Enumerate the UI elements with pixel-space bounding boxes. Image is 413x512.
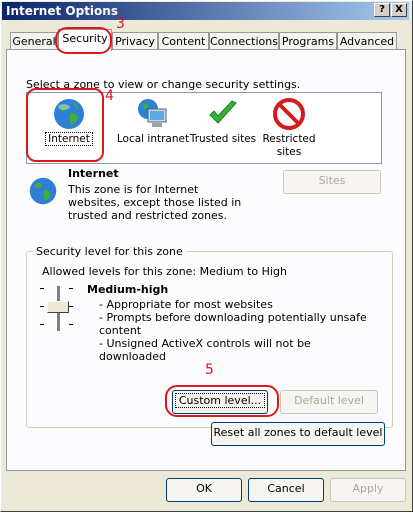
tab-connections[interactable]: Connections bbox=[209, 32, 279, 50]
selected-zone-name: Internet bbox=[68, 167, 119, 180]
slider-tick bbox=[40, 288, 44, 289]
selected-zone-description: This zone is for Internet websites, exce… bbox=[68, 183, 242, 222]
slider-tick bbox=[69, 288, 73, 289]
selected-zone-globe-icon bbox=[28, 176, 58, 209]
security-level-name: Medium-high bbox=[87, 283, 169, 296]
tab-programs[interactable]: Programs bbox=[279, 32, 337, 50]
reset-all-zones-button[interactable]: Reset all zones to default level bbox=[211, 422, 385, 446]
close-button[interactable]: X bbox=[391, 3, 407, 17]
tab-privacy[interactable]: Privacy bbox=[112, 32, 158, 50]
apply-button[interactable]: Apply bbox=[330, 478, 406, 502]
zone-local-intranet[interactable]: Local intranet bbox=[113, 97, 193, 159]
sites-button[interactable]: Sites bbox=[283, 170, 381, 194]
annotation-circle-custom-level bbox=[165, 385, 279, 417]
annotation-number-5: 5 bbox=[205, 362, 214, 378]
help-button[interactable]: ? bbox=[374, 3, 390, 17]
ok-button[interactable]: OK bbox=[166, 478, 242, 502]
no-entry-icon bbox=[272, 97, 306, 131]
security-slider-thumb[interactable] bbox=[47, 301, 69, 313]
zone-label: Local intranet bbox=[116, 133, 190, 145]
bullet-item: - Appropriate for most websites bbox=[99, 298, 273, 311]
tab-content[interactable]: Content bbox=[158, 32, 209, 50]
annotation-circle-security-tab bbox=[55, 27, 112, 54]
slider-tick bbox=[69, 324, 73, 325]
title-bar: Internet Options bbox=[2, 2, 409, 20]
slider-tick bbox=[40, 306, 44, 307]
tab-advanced[interactable]: Advanced bbox=[337, 32, 397, 50]
slider-tick bbox=[40, 324, 44, 325]
allowed-levels-text: Allowed levels for this zone: Medium to … bbox=[42, 265, 287, 278]
window-title: Internet Options bbox=[6, 4, 118, 18]
zone-label: Restricted sites bbox=[262, 133, 316, 158]
default-level-button[interactable]: Default level bbox=[280, 390, 378, 414]
cancel-button[interactable]: Cancel bbox=[248, 478, 324, 502]
checkmark-icon bbox=[206, 97, 240, 131]
annotation-circle-internet-zone bbox=[26, 88, 104, 162]
tab-general[interactable]: General bbox=[10, 32, 58, 50]
annotation-number-4: 4 bbox=[105, 88, 114, 104]
intranet-computer-icon bbox=[136, 97, 170, 131]
annotation-number-3: 3 bbox=[116, 16, 125, 32]
bullet-item: - Prompts before downloading potentially… bbox=[99, 311, 367, 337]
security-level-group-title: Security level for this zone bbox=[33, 245, 186, 258]
slider-tick bbox=[69, 306, 73, 307]
security-level-bullets: - Appropriate for most websites - Prompt… bbox=[99, 298, 369, 363]
zone-restricted-sites[interactable]: Restricted sites bbox=[249, 97, 329, 159]
bullet-item: - Unsigned ActiveX controls will not be … bbox=[99, 337, 311, 363]
